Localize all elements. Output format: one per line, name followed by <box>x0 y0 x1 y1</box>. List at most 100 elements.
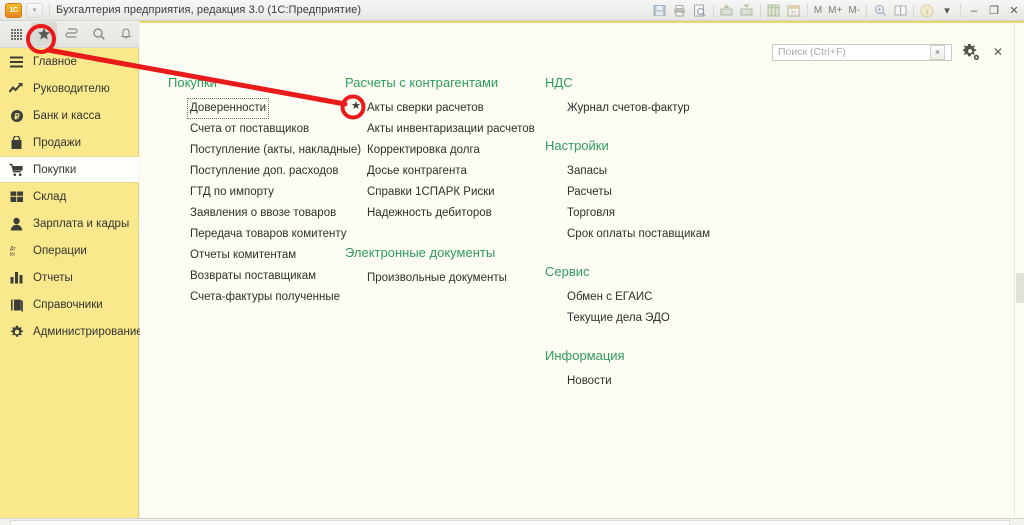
group-informatsiya: Информация Новости <box>545 348 765 391</box>
sidebar-item-operations[interactable]: ДтКт Операции <box>0 237 139 264</box>
menu-item-link[interactable]: Обмен с ЕГАИС <box>567 288 652 307</box>
books-icon <box>9 297 24 312</box>
sidebar-item-bank-cash[interactable]: ₽ Банк и касса <box>0 102 139 129</box>
menu-row: Текущие дела ЭДО <box>567 307 765 328</box>
menu-item-link[interactable]: Счета от поставщиков <box>190 120 309 139</box>
system-menu-dropdown-icon[interactable]: ▾ <box>26 3 43 18</box>
save-icon[interactable] <box>650 1 670 20</box>
content-scrollbar[interactable] <box>1014 23 1024 520</box>
titlebar-dropdown-button[interactable]: ▾ <box>937 1 957 20</box>
sidebar: Главное Руководителю ₽ Банк и касса Прод… <box>0 21 139 518</box>
notifications-bell-icon[interactable] <box>114 22 139 46</box>
group-items: ★ Акты сверки расчетов Акты инвентаризац… <box>345 97 535 223</box>
calendar-icon[interactable]: 31 <box>784 1 804 20</box>
sidebar-item-executive[interactable]: Руководителю <box>0 75 139 102</box>
menu-item-link[interactable]: Журнал счетов-фактур <box>567 99 690 118</box>
menu-row: Запасы <box>567 160 765 181</box>
menu-item-link[interactable]: Счета-фактуры полученные <box>190 288 340 307</box>
toolbar-divider <box>960 4 961 18</box>
menu-item-link[interactable]: Произвольные документы <box>367 269 507 288</box>
menu-item-link[interactable]: Расчеты <box>567 183 612 202</box>
menu-row: Произвольные документы <box>367 267 535 288</box>
sidebar-item-main[interactable]: Главное <box>0 48 139 75</box>
sidebar-item-purchases[interactable]: Покупки <box>0 156 139 183</box>
menu-item-link[interactable]: Новости <box>567 372 612 391</box>
search-icon[interactable] <box>86 22 111 46</box>
menu-item-link[interactable]: Текущие дела ЭДО <box>567 309 670 328</box>
minimize-button[interactable]: – <box>964 1 984 20</box>
menu-row: ГТД по импорту <box>190 181 358 202</box>
menu-row: Торговля <box>567 202 765 223</box>
group-title: Сервис <box>545 264 765 279</box>
menu-item-link[interactable]: Справки 1СПАРК Риски <box>367 183 495 202</box>
group-title: Настройки <box>545 138 765 153</box>
favorites-star-icon[interactable] <box>31 22 56 46</box>
memory-m-button[interactable]: M <box>811 5 825 16</box>
menu-row: Поступление доп. расходов <box>190 160 358 181</box>
menu-item-link[interactable]: Акты инвентаризации расчетов <box>367 120 535 139</box>
sidebar-item-reports[interactable]: Отчеты <box>0 264 139 291</box>
search-clear-button[interactable]: × <box>930 45 945 60</box>
status-bar-inner <box>10 520 1010 525</box>
menu-item-link[interactable]: Срок оплаты поставщикам <box>567 225 710 244</box>
panel-close-icon[interactable]: ✕ <box>990 44 1006 60</box>
print-icon[interactable] <box>670 1 690 20</box>
sidebar-item-catalogs[interactable]: Справочники <box>0 291 139 318</box>
menu-row: Поступление (акты, накладные) <box>190 139 358 160</box>
column-settlements: Расчеты с контрагентами ★ Акты сверки ра… <box>345 75 535 304</box>
menu-item-link[interactable]: Возвраты поставщикам <box>190 267 316 286</box>
info-icon[interactable]: i <box>917 1 937 20</box>
menu-item-link[interactable]: ГТД по импорту <box>190 183 274 202</box>
menu-row: Счета от поставщиков <box>190 118 358 139</box>
menu-item-link[interactable]: Запасы <box>567 162 607 181</box>
debit-credit-icon: ДтКт <box>9 243 24 258</box>
sidebar-item-label: Администрирование <box>33 326 143 338</box>
menu-row: Отчеты комитентам <box>190 244 358 265</box>
menu-row: Надежность дебиторов <box>367 202 535 223</box>
search-input[interactable] <box>778 46 930 58</box>
panel-settings-gear-icon[interactable] <box>962 43 980 61</box>
menu-item-link[interactable]: Отчеты комитентам <box>190 246 296 265</box>
favorite-star-icon[interactable]: ★ <box>351 100 363 112</box>
apps-grid-icon[interactable] <box>4 22 29 46</box>
menu-item-link[interactable]: Торговля <box>567 204 615 223</box>
sidebar-item-label: Справочники <box>33 299 103 311</box>
menu-item-link[interactable]: Корректировка долга <box>367 141 480 160</box>
sidebar-item-payroll-hr[interactable]: Зарплата и кадры <box>0 210 139 237</box>
menu-columns: Покупки Доверенности Счета от поставщико… <box>140 75 1014 505</box>
menu-item-link[interactable]: Заявления о ввозе товаров <box>190 204 336 223</box>
group-pokupki: Покупки Доверенности Счета от поставщико… <box>168 75 358 307</box>
scrollbar-thumb[interactable] <box>1016 273 1024 303</box>
content-panel: × ✕ Покупки Доверенности Счета <box>140 21 1024 518</box>
memory-m-plus-button[interactable]: M+ <box>825 5 845 16</box>
menu-item-link[interactable]: Доверенности <box>188 99 268 118</box>
restore-button[interactable]: ❐ <box>984 1 1004 20</box>
print-preview-icon[interactable] <box>690 1 710 20</box>
menu-item-link[interactable]: Досье контрагента <box>367 162 467 181</box>
copy-icon[interactable] <box>737 1 757 20</box>
group-items: Произвольные документы <box>345 267 535 288</box>
svg-text:31: 31 <box>791 10 797 16</box>
group-title: Расчеты с контрагентами <box>345 75 535 90</box>
calculator-icon[interactable] <box>764 1 784 20</box>
history-icon[interactable] <box>59 22 84 46</box>
menu-item-link[interactable]: Поступление доп. расходов <box>190 162 339 181</box>
menu-item-link[interactable]: Поступление (акты, накладные) <box>190 141 361 160</box>
menu-row: Расчеты <box>567 181 765 202</box>
cut-icon[interactable] <box>717 1 737 20</box>
toolbar-divider <box>913 4 914 18</box>
menu-item-link[interactable]: Акты сверки расчетов <box>367 99 484 118</box>
menu-lines-icon <box>9 54 24 69</box>
shopping-bag-icon <box>9 135 24 150</box>
search-box[interactable]: × <box>772 44 952 61</box>
panels-icon[interactable] <box>890 1 910 20</box>
close-button[interactable]: ✕ <box>1004 1 1024 20</box>
memory-m-minus-button[interactable]: M- <box>845 5 863 16</box>
sidebar-item-warehouse[interactable]: Склад <box>0 183 139 210</box>
sidebar-item-administration[interactable]: Администрирование <box>0 318 139 345</box>
menu-item-link[interactable]: Надежность дебиторов <box>367 204 492 223</box>
menu-item-link[interactable]: Передача товаров комитенту <box>190 225 347 244</box>
sidebar-item-sales[interactable]: Продажи <box>0 129 139 156</box>
group-nds: НДС Журнал счетов-фактур <box>545 75 765 118</box>
zoom-icon[interactable] <box>870 1 890 20</box>
